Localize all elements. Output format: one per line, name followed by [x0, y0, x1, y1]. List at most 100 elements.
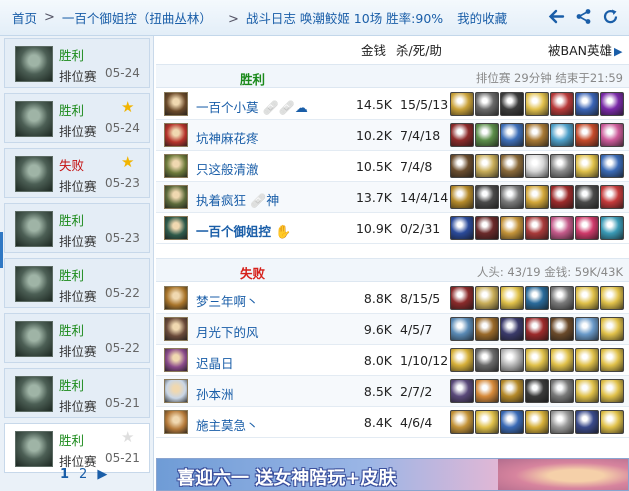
item-slot-icon[interactable] — [500, 154, 524, 178]
item-slot-icon[interactable] — [550, 379, 574, 403]
item-slot-icon[interactable] — [525, 410, 549, 434]
item-slot-icon[interactable] — [550, 123, 574, 147]
banned-heroes-button[interactable]: 被BAN英雄 ▶ — [548, 40, 622, 59]
item-slot-icon[interactable] — [475, 92, 499, 116]
champion-avatar[interactable] — [164, 92, 188, 116]
item-slot-icon[interactable] — [475, 410, 499, 434]
item-slot-icon[interactable] — [575, 410, 599, 434]
item-slot-icon[interactable] — [525, 123, 549, 147]
item-slot-icon[interactable] — [600, 92, 624, 116]
item-slot-icon[interactable] — [600, 216, 624, 240]
item-slot-icon[interactable] — [450, 92, 474, 116]
item-slot-icon[interactable] — [450, 123, 474, 147]
item-slot-icon[interactable] — [525, 379, 549, 403]
item-slot-icon[interactable] — [500, 317, 524, 341]
item-slot-icon[interactable] — [500, 348, 524, 372]
champion-avatar[interactable] — [164, 185, 188, 209]
champion-avatar[interactable] — [164, 216, 188, 240]
item-slot-icon[interactable] — [550, 317, 574, 341]
item-slot-icon[interactable] — [550, 216, 574, 240]
item-slot-icon[interactable] — [475, 317, 499, 341]
game-list-item[interactable]: 失败 排位赛 05-23 ★ — [4, 148, 150, 198]
item-slot-icon[interactable] — [475, 379, 499, 403]
item-slot-icon[interactable] — [600, 317, 624, 341]
player-row[interactable]: 月光下的风 9.6K 4/5/7 — [156, 314, 629, 345]
item-slot-icon[interactable] — [450, 154, 474, 178]
player-row[interactable]: 迟晶日 8.0K 1/10/12 — [156, 345, 629, 376]
item-slot-icon[interactable] — [525, 92, 549, 116]
player-row[interactable]: 孙本洲 8.5K 2/7/2 — [156, 376, 629, 407]
player-name-link[interactable]: 一百个小莫 🩹🩹☁ — [196, 97, 308, 116]
page-1-button[interactable]: 1 — [60, 467, 69, 482]
player-name-link[interactable]: 迟晶日 — [196, 353, 234, 372]
item-slot-icon[interactable] — [600, 123, 624, 147]
item-slot-icon[interactable] — [575, 216, 599, 240]
item-slot-icon[interactable] — [600, 348, 624, 372]
item-slot-icon[interactable] — [575, 317, 599, 341]
champion-avatar[interactable] — [164, 348, 188, 372]
breadcrumb-player[interactable]: 一百个御姐控（扭曲丛林） — [62, 8, 212, 27]
breadcrumb-home[interactable]: 首页 — [12, 8, 37, 27]
item-slot-icon[interactable] — [500, 410, 524, 434]
favorite-star-icon[interactable]: ★ — [121, 100, 134, 115]
game-list-item[interactable]: 胜利 排位赛 05-24 — [4, 38, 150, 88]
game-list-item[interactable]: 胜利 排位赛 05-21 — [4, 368, 150, 418]
item-slot-icon[interactable] — [550, 154, 574, 178]
breadcrumb-battle-log[interactable]: > 战斗日志 唤潮鲛姬 10场 胜率:90% — [228, 8, 443, 27]
champion-avatar[interactable] — [164, 317, 188, 341]
champion-avatar[interactable] — [164, 286, 188, 310]
item-slot-icon[interactable] — [550, 286, 574, 310]
item-slot-icon[interactable] — [475, 123, 499, 147]
item-slot-icon[interactable] — [550, 185, 574, 209]
item-slot-icon[interactable] — [450, 185, 474, 209]
item-slot-icon[interactable] — [575, 154, 599, 178]
item-slot-icon[interactable] — [525, 185, 549, 209]
player-name-link[interactable]: 施主莫急丶 — [196, 415, 259, 434]
refresh-icon[interactable] — [602, 8, 619, 25]
item-slot-icon[interactable] — [450, 348, 474, 372]
game-list-item[interactable]: 胜利 排位赛 05-21 ★ — [4, 423, 150, 473]
player-name-link[interactable]: 梦三年啊丶 — [196, 291, 259, 310]
player-row[interactable]: 只这般清澈 10.5K 7/4/8 — [156, 151, 629, 182]
back-arrow-icon[interactable] — [548, 8, 565, 25]
game-list-item[interactable]: 胜利 排位赛 05-23 — [4, 203, 150, 253]
item-slot-icon[interactable] — [525, 154, 549, 178]
player-name-link[interactable]: 月光下的风 — [196, 322, 259, 341]
item-slot-icon[interactable] — [550, 410, 574, 434]
item-slot-icon[interactable] — [575, 286, 599, 310]
player-name-link[interactable]: 只这般清澈 — [196, 159, 259, 178]
player-row[interactable]: 梦三年啊丶 8.8K 8/15/5 — [156, 283, 629, 314]
player-name-link[interactable]: 执着疯狂 🩹神 — [196, 190, 279, 209]
item-slot-icon[interactable] — [500, 185, 524, 209]
player-row[interactable]: 执着疯狂 🩹神 13.7K 14/4/14 — [156, 182, 629, 213]
page-2-button[interactable]: 2 — [79, 467, 87, 482]
item-slot-icon[interactable] — [525, 348, 549, 372]
item-slot-icon[interactable] — [600, 185, 624, 209]
item-slot-icon[interactable] — [475, 216, 499, 240]
item-slot-icon[interactable] — [450, 216, 474, 240]
item-slot-icon[interactable] — [475, 154, 499, 178]
player-row[interactable]: 一百个御姐控 ✋ 10.9K 0/2/31 — [156, 213, 629, 244]
favorites-link[interactable]: 我的收藏 — [457, 8, 507, 27]
share-icon[interactable] — [575, 8, 592, 25]
promo-banner[interactable]: 喜迎六一 送女神陪玩+皮肤 — [156, 458, 629, 491]
item-slot-icon[interactable] — [600, 286, 624, 310]
item-slot-icon[interactable] — [550, 92, 574, 116]
item-slot-icon[interactable] — [450, 379, 474, 403]
player-name-link[interactable]: 一百个御姐控 ✋ — [196, 221, 291, 240]
next-page-icon[interactable]: ▶ — [97, 467, 107, 482]
item-slot-icon[interactable] — [575, 348, 599, 372]
champion-avatar[interactable] — [164, 379, 188, 403]
champion-avatar[interactable] — [164, 123, 188, 147]
champion-avatar[interactable] — [164, 410, 188, 434]
favorite-star-icon[interactable]: ★ — [121, 155, 134, 170]
item-slot-icon[interactable] — [475, 185, 499, 209]
item-slot-icon[interactable] — [575, 185, 599, 209]
item-slot-icon[interactable] — [450, 317, 474, 341]
game-list-item[interactable]: 胜利 排位赛 05-24 ★ — [4, 93, 150, 143]
item-slot-icon[interactable] — [575, 92, 599, 116]
item-slot-icon[interactable] — [500, 123, 524, 147]
item-slot-icon[interactable] — [525, 286, 549, 310]
player-name-link[interactable]: 坑神麻花疼 — [196, 128, 259, 147]
item-slot-icon[interactable] — [475, 348, 499, 372]
